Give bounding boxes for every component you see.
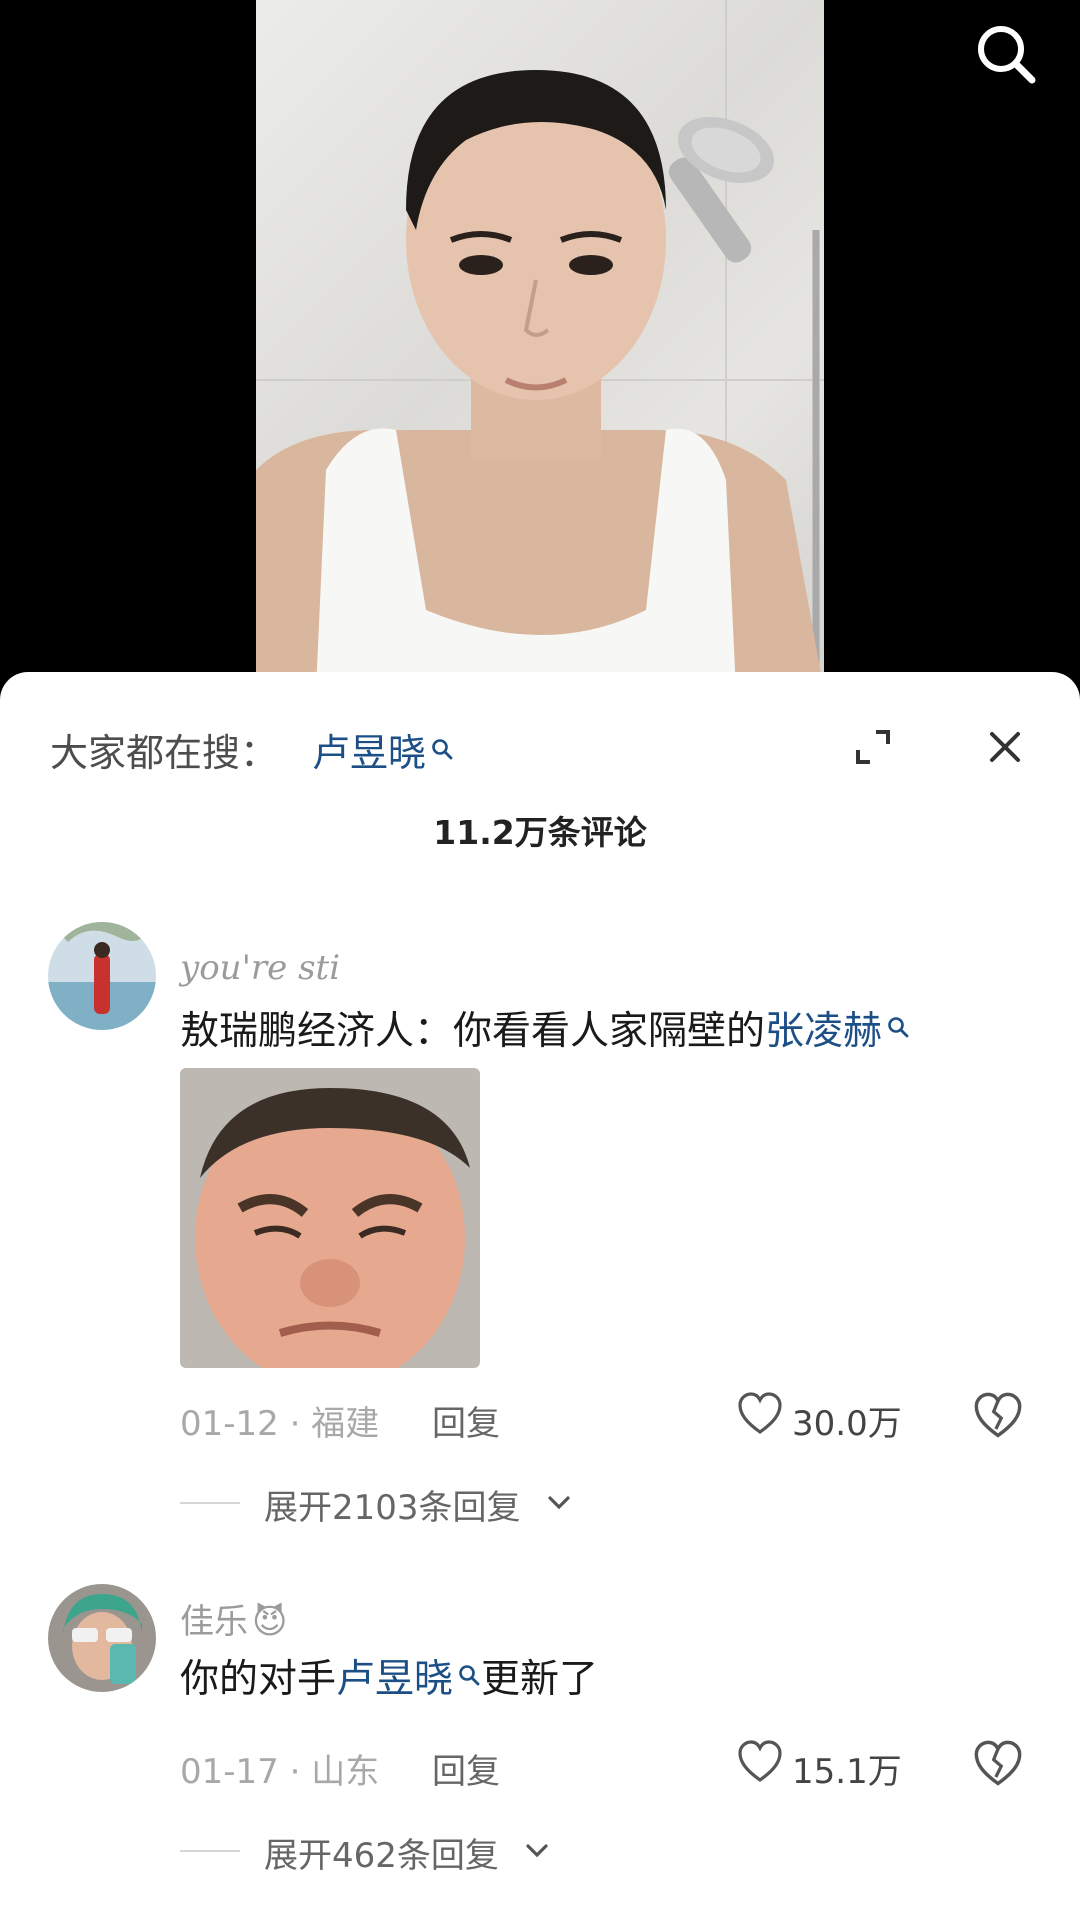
avatar[interactable]	[48, 1584, 156, 1692]
divider-line	[180, 1850, 240, 1852]
comment-text: 敖瑞鹏经济人：你看看人家隔壁的张凌赫	[180, 1000, 910, 1056]
sheet-header: 大家都在搜： 卢昱晓	[50, 716, 1030, 776]
search-icon[interactable]	[970, 18, 1042, 90]
expand-icon[interactable]	[848, 722, 898, 772]
mention-term[interactable]: 张凌赫	[765, 1009, 882, 1054]
trending-term[interactable]: 卢昱晓	[312, 731, 426, 775]
like-count: 30.0万	[792, 1404, 902, 1444]
heart-icon	[738, 1740, 782, 1782]
comment-text-body: 敖瑞鹏经济人：你看看人家隔壁的	[180, 1009, 766, 1054]
chevron-down-icon	[526, 1844, 548, 1858]
heart-icon	[738, 1392, 782, 1434]
mention-term[interactable]: 卢昱晓	[336, 1657, 453, 1702]
broken-heart-icon[interactable]	[972, 1390, 1024, 1442]
expand-replies-label: 展开2103条回复	[264, 1488, 521, 1528]
comment-date-location: 01-12 · 福建	[180, 1404, 380, 1444]
reply-button[interactable]: 回复	[432, 1396, 500, 1445]
search-icon	[886, 1004, 910, 1049]
expand-replies-button[interactable]: 展开462条回复	[180, 1828, 580, 1876]
comment-text: 你的对手卢昱晓 更新了	[180, 1648, 598, 1704]
username[interactable]: you're sti	[180, 948, 340, 988]
video-still-image	[256, 0, 824, 690]
trending-search-link[interactable]: 卢昱晓	[312, 722, 454, 777]
comment-text-suffix: 更新了	[481, 1657, 599, 1702]
avatar[interactable]	[48, 922, 156, 1030]
chevron-down-icon	[548, 1496, 570, 1510]
divider-line	[180, 1502, 240, 1504]
expand-replies-label: 展开462条回复	[264, 1836, 499, 1876]
comment-sticker-image[interactable]	[180, 1068, 480, 1368]
broken-heart-icon[interactable]	[972, 1738, 1024, 1790]
comment-date-location: 01-17 · 山东	[180, 1752, 380, 1792]
like-count: 15.1万	[792, 1752, 902, 1792]
close-icon[interactable]	[980, 722, 1030, 772]
reply-button[interactable]: 回复	[432, 1744, 500, 1793]
video-player[interactable]	[0, 0, 1080, 690]
trending-label: 大家都在搜：	[50, 731, 279, 775]
username[interactable]: 佳乐 😈	[180, 1594, 287, 1643]
search-icon	[430, 726, 454, 770]
username-text[interactable]: 佳乐	[180, 1602, 248, 1642]
devil-emoji-icon: 😈	[252, 1602, 288, 1642]
comment-sheet: 大家都在搜： 卢昱晓 11.2万条评论 you're sti 敖瑞鹏经济人：你看…	[0, 672, 1080, 1920]
mention-search-link[interactable]: 卢昱晓	[336, 1657, 481, 1702]
comment-count: 11.2万条评论	[433, 813, 647, 852]
video-frame[interactable]	[256, 0, 824, 690]
mention-search-link[interactable]: 张凌赫	[765, 1009, 910, 1054]
expand-replies-button[interactable]: 展开2103条回复	[180, 1480, 600, 1528]
search-icon	[457, 1652, 481, 1697]
comment-text-body: 你的对手	[180, 1657, 337, 1702]
